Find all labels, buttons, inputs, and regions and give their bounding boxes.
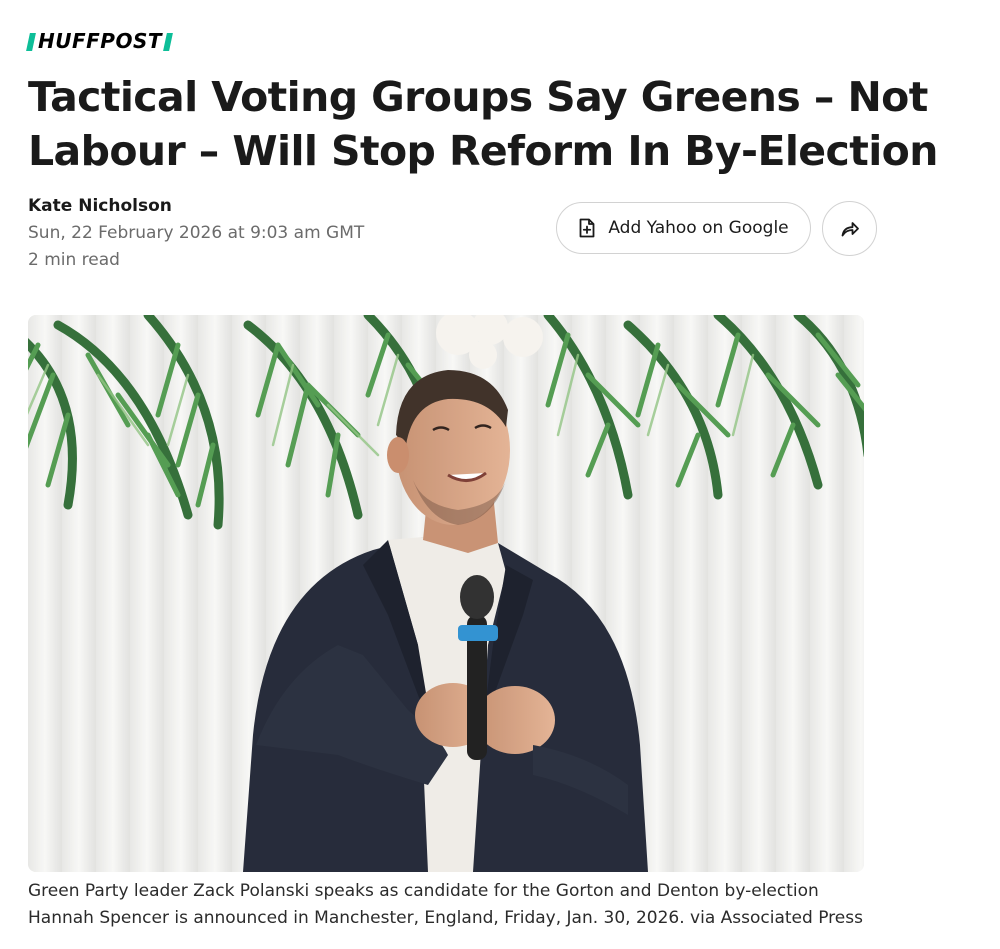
author-name[interactable]: Kate Nicholson — [28, 194, 364, 218]
publish-date: Sun, 22 February 2026 at 9:03 am GMT — [28, 223, 365, 243]
logo-wordmark: HUFFPOST — [38, 29, 163, 53]
add-yahoo-on-google-button[interactable]: Add Yahoo on Google — [556, 202, 811, 254]
add-yahoo-on-google-label: Add Yahoo on Google — [608, 218, 789, 238]
article-headline: Tactical Voting Groups Say Greens – Not … — [28, 73, 938, 175]
article-page: HUFFPOST Tactical Voting Groups Say Gree… — [0, 0, 1000, 949]
logo-left-bar — [26, 32, 36, 51]
article-photo[interactable] — [28, 315, 864, 872]
read-time: 2 min read — [28, 250, 120, 270]
huffpost-logo[interactable]: HUFFPOST — [26, 29, 173, 53]
speaker-photo-illustration — [28, 315, 864, 872]
photo-caption: Green Party leader Zack Polanski speaks … — [28, 881, 863, 928]
logo-right-bar — [163, 32, 173, 51]
add-document-icon — [578, 218, 596, 238]
share-arrow-icon — [840, 220, 860, 238]
share-button[interactable] — [822, 201, 877, 256]
byline: Kate Nicholson Sun, 22 February 2026 at … — [28, 194, 364, 274]
